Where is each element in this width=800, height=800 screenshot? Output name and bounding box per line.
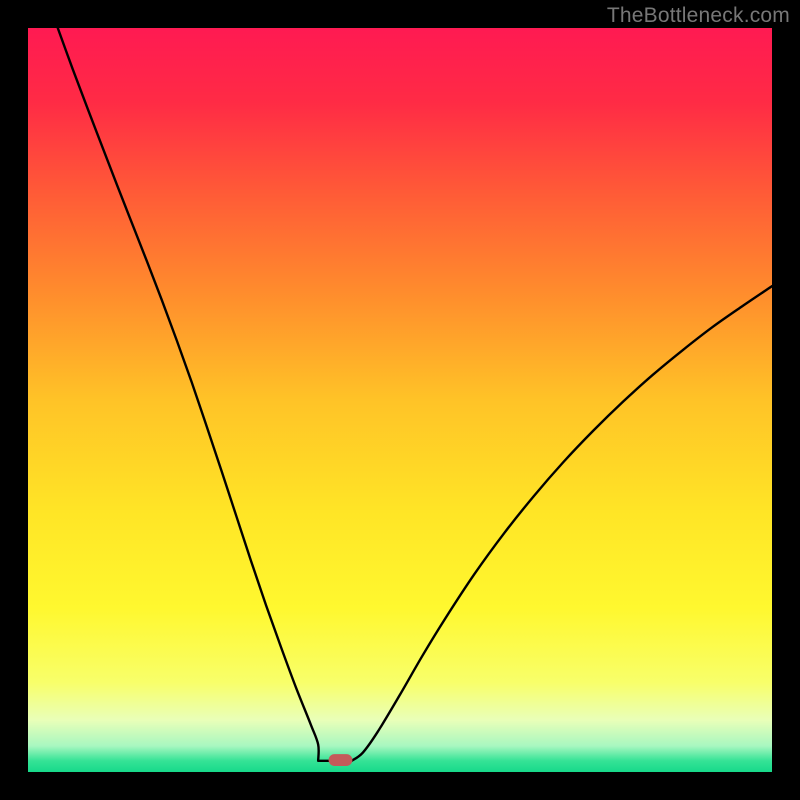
- plot-area: [28, 28, 772, 772]
- watermark-text: TheBottleneck.com: [607, 4, 790, 28]
- gradient-background: [28, 28, 772, 772]
- bottleneck-chart: [28, 28, 772, 772]
- optimal-marker: [329, 754, 353, 766]
- chart-frame: TheBottleneck.com: [0, 0, 800, 800]
